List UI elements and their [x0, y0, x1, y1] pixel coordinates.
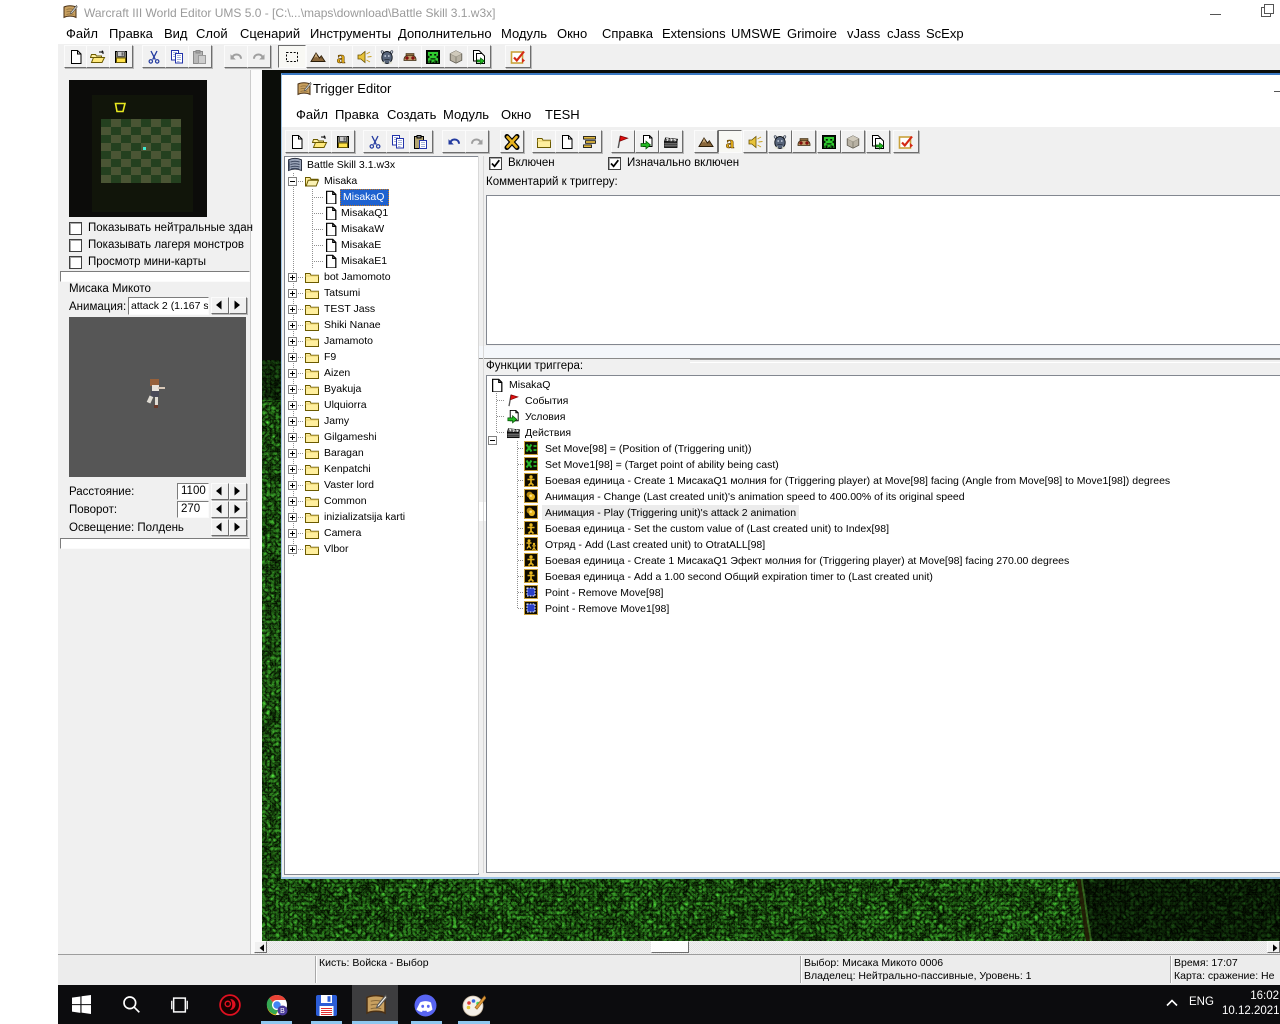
svg-text:B: B	[280, 1008, 285, 1015]
